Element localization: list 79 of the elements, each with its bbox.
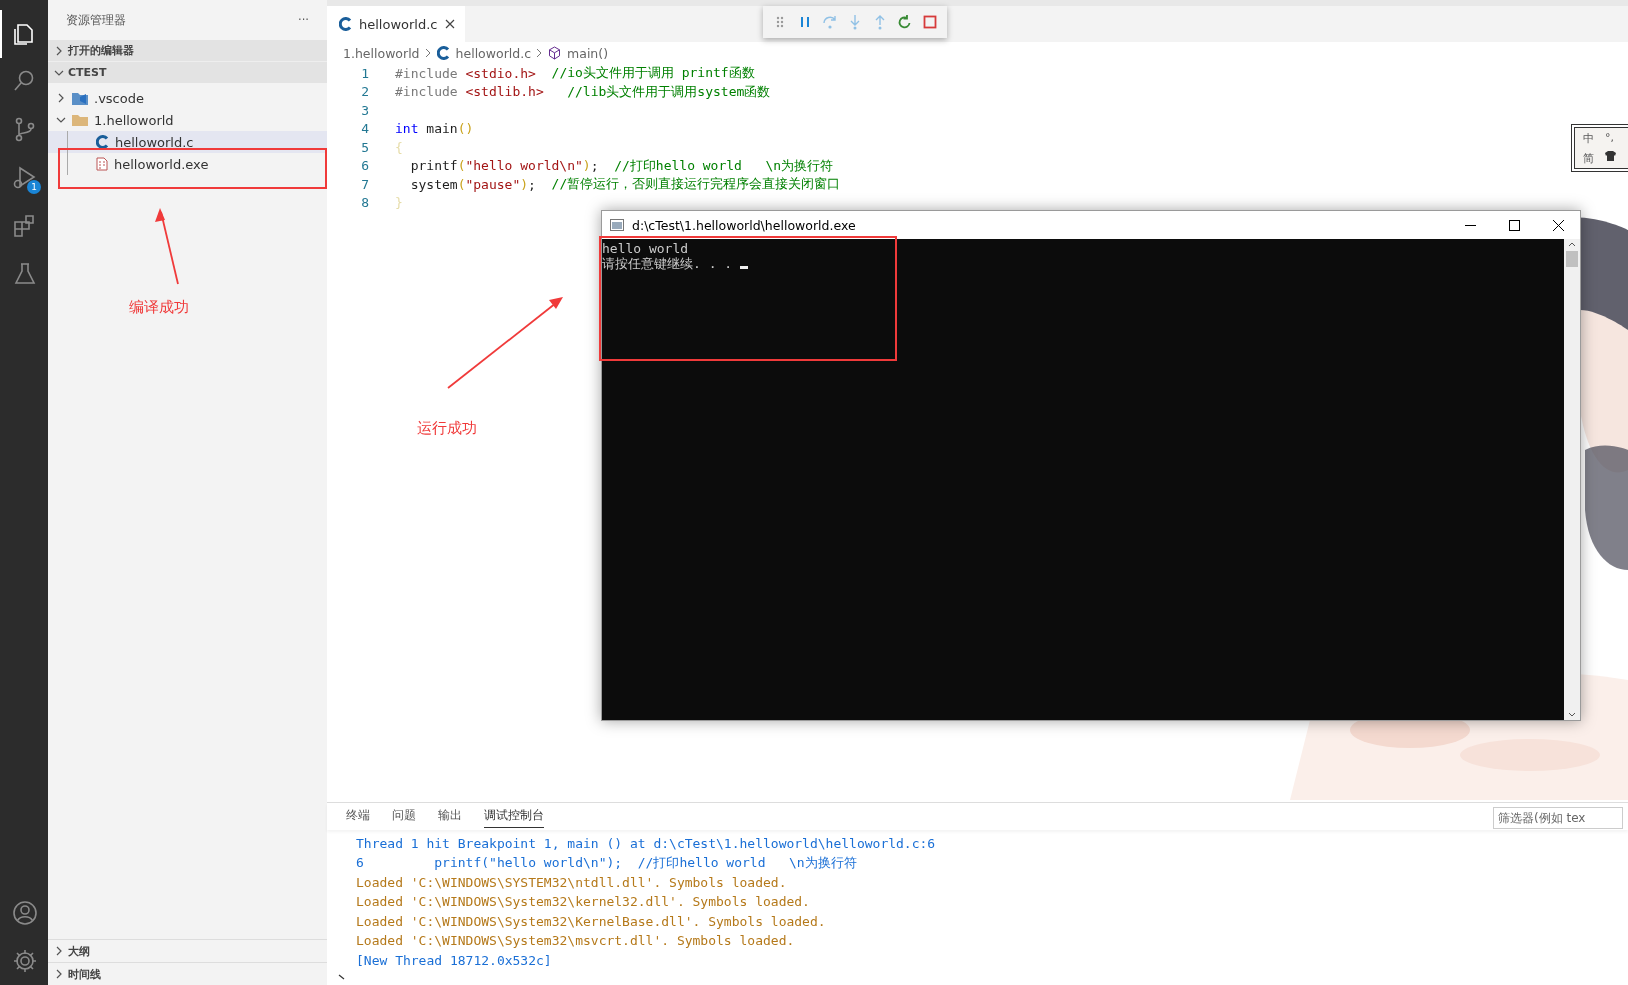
input-method-widget[interactable]: 中 °, 简 [1574,127,1628,169]
chevron-icon [536,48,544,58]
activity-item[interactable]: 1 [0,154,48,202]
tree-item[interactable]: helloworld.c [48,131,327,153]
code-line: system("pause"); //暂停运行，否则直接运行完程序会直接关闭窗口 [409,175,841,194]
breadcrumb-item[interactable]: 1.helloworld [343,45,420,61]
code-line: int main() [395,120,474,138]
tree-item[interactable]: helloworld.exe [48,153,327,175]
close-icon[interactable] [444,19,455,29]
restart-icon[interactable] [897,14,913,30]
chevron-icon[interactable] [54,969,64,979]
tree-item[interactable]: 1.helloworld [48,109,327,131]
cube-icon [548,46,562,60]
chevron-icon[interactable] [54,946,64,956]
console-line: Loaded 'C:\WINDOWS\SYSTEM32\ntdll.dll'. Symbols loaded. [356,873,788,892]
section-header[interactable]: 打开的编辑器 [48,40,327,61]
text-cursor [739,266,748,269]
line-number: 3 [360,102,370,118]
console-icon [610,219,624,231]
ime-label: °, [1605,131,1615,146]
filter-field[interactable]: 筛选器(例如 tex [1493,807,1623,829]
annotation-label: 编译成功 [129,298,189,317]
ime-label: 中 [1583,131,1595,147]
console-line: [New Thread 18712.0x532c] [356,951,553,970]
panel-tab[interactable]: 终端 [346,804,370,829]
scroll-thumb[interactable] [1566,251,1578,267]
terminal-line: hello world [602,241,689,256]
chevron-icon[interactable] [54,45,64,56]
code-line: printf("hello world\n"); //打印hello world \n为换行符 [409,156,834,175]
sidebar-title: 资源管理器 [66,12,126,28]
console-line: 6 printf("hello world\n"); //打印hello world \n为换行符 [356,854,858,872]
annotation-label: 运行成功 [417,419,477,438]
console-line: Loaded 'C:\WINDOWS\System32\KernelBase.dll'. Symbols loaded. [356,912,827,931]
chevron-icon [424,48,432,58]
prompt-icon [338,974,346,982]
chevron-icon[interactable] [56,93,66,103]
line-number: 1 [360,65,370,81]
c-file-icon [436,46,450,60]
more-actions[interactable]: ··· [298,13,309,27]
code-line: #include <stdlib.h> //lib头文件用于调用system函数 [395,82,771,101]
code-line: } [395,194,403,212]
console-line: Loaded 'C:\WINDOWS\System32\msvcrt.dll'. Symbols loaded. [356,932,796,950]
count-badge: 1 [27,180,41,194]
line-number: 5 [360,139,370,155]
code-line: { [395,138,403,157]
section-header[interactable]: 大纲 [48,939,327,962]
console-line: Thread 1 hit Breakpoint 1, main () at d:\cTest\1.helloworld\helloworld.c:6 [356,834,937,853]
line-number: 8 [360,195,370,211]
ime-label: 简 [1583,150,1595,167]
close-icon[interactable] [1552,219,1564,231]
line-number: 6 [360,158,370,174]
folder-icon [72,114,88,126]
scrollbar[interactable] [1564,239,1580,720]
binary-file-icon [96,157,108,171]
breadcrumb-item[interactable]: main() [548,45,609,61]
maximize-icon[interactable] [1508,219,1520,231]
stop-icon[interactable] [922,14,938,30]
panel-tab[interactable]: 调试控制台 [484,804,544,829]
editor-tab[interactable]: helloworld.c [327,6,465,42]
line-number: 2 [360,84,370,100]
panel-tab[interactable]: 问题 [392,804,416,829]
tree-item[interactable]: .vscode [48,87,327,109]
console-line: Loaded 'C:\WINDOWS\System32\kernel32.dll'. Symbols loaded. [356,893,811,911]
section-header[interactable]: 时间线 [48,962,327,985]
breadcrumb-item[interactable]: helloworld.c [436,45,532,61]
panel-tab[interactable]: 输出 [438,804,462,829]
settings-icon[interactable] [11,947,39,975]
section-header[interactable]: CTEST [48,61,327,83]
line-number: 4 [360,121,370,137]
shirt-icon [1605,150,1616,161]
account-icon[interactable] [11,899,39,927]
terminal-line: 请按任意键继续. . . [602,256,734,271]
chevron-icon[interactable] [56,115,66,125]
vscode-folder-icon [72,91,88,105]
window-title: d:\cTest\1.helloworld\helloworld.exe [632,217,856,233]
c-file-icon [339,17,352,31]
line-number: 7 [360,176,370,192]
code-line: #include <stdio.h> //io头文件用于调用 printf函数 [395,64,755,83]
c-file-icon [96,135,109,149]
